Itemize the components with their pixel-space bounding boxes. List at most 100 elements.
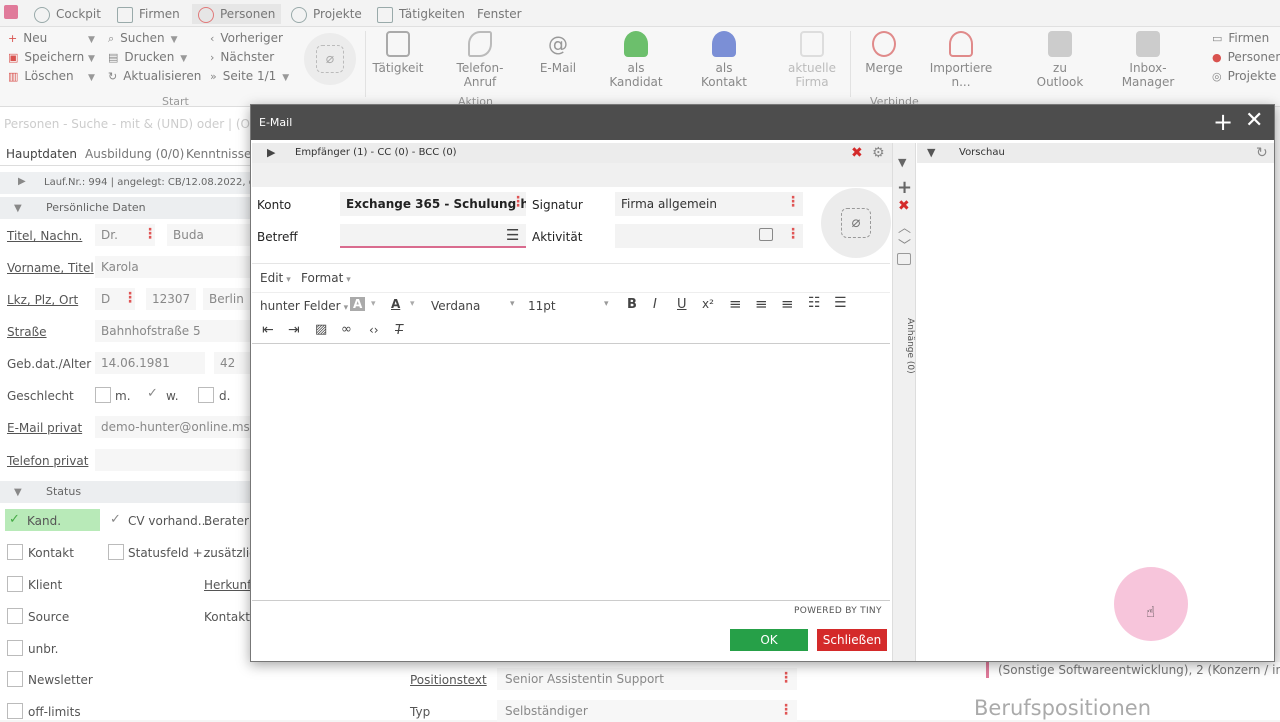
aktualisieren-button[interactable]: ↻ Aktualisieren <box>108 67 201 85</box>
remove-attachment-icon[interactable]: ✖ <box>898 198 910 214</box>
status-cv-checkbox[interactable]: ✓ <box>110 512 121 527</box>
hunter-felder-dropdown[interactable]: hunter Felder ▾ <box>260 299 348 313</box>
menu-cockpit[interactable]: Cockpit <box>34 4 101 24</box>
add-attachment-icon[interactable]: + <box>897 177 912 198</box>
positionstext-menu-icon[interactable]: ⋮ <box>779 670 793 686</box>
email-body-editor[interactable] <box>252 343 890 601</box>
settings-gear-icon[interactable]: ⚙ <box>872 143 885 163</box>
collapse-icon[interactable]: ▼ <box>898 156 906 169</box>
align-left-icon[interactable]: ≡ <box>729 295 742 313</box>
envelope-icon[interactable] <box>897 253 911 265</box>
refresh-icon[interactable]: ↻ <box>1256 143 1268 163</box>
recipients-bar[interactable]: ▶ Empfänger (1) - CC (0) - BCC (0) ✖ ⚙ <box>252 143 892 163</box>
text-color-icon[interactable]: A <box>391 297 400 311</box>
lkz-label[interactable]: Lkz, Plz, Ort <box>7 293 78 307</box>
tab-kenntnisse[interactable]: Kenntnisse ( <box>186 147 260 161</box>
drucken-button[interactable]: ▤ Drucken ▼ <box>108 48 187 66</box>
merge-button[interactable]: Merge <box>848 27 920 75</box>
loeschen-button[interactable]: ▥ Löschen <box>8 67 74 85</box>
speichern-button[interactable]: ▣ Speichern <box>8 48 84 66</box>
vorname-field[interactable]: Karola <box>95 256 250 278</box>
seite-button[interactable]: » Seite 1/1 ▼ <box>210 67 289 85</box>
strasse-label[interactable]: Straße <box>7 325 47 339</box>
als-kandidat-button[interactable]: als Kandidat <box>600 27 672 89</box>
aktuelle-firma-button[interactable]: aktuelle Firma <box>776 27 848 89</box>
email-button[interactable]: @ E-Mail <box>522 27 594 75</box>
titel-label[interactable]: Titel, Nachn. <box>7 229 82 243</box>
align-center-icon[interactable]: ≡ <box>755 295 768 313</box>
status-kontakt-checkbox[interactable] <box>7 544 23 560</box>
menu-projekte[interactable]: Projekte <box>291 4 362 24</box>
schliessen-button[interactable]: Schließen <box>817 629 887 651</box>
taetigkeit-button[interactable]: Tätigkeit <box>362 27 434 75</box>
menu-firmen[interactable]: Firmen <box>117 4 180 24</box>
email-privat-field[interactable]: demo-hunter@online.ms <box>95 416 250 438</box>
underline-icon[interactable]: U <box>677 297 687 312</box>
titel-menu-icon[interactable]: ⋮ <box>143 226 157 242</box>
move-down-icon[interactable]: ﹀ <box>898 235 911 254</box>
strasse-field[interactable]: Bahnhofstraße 5 <box>95 320 250 342</box>
font-family-select[interactable]: Verdana ▾ <box>431 299 515 313</box>
typ-field[interactable]: Selbständiger <box>497 700 797 722</box>
expand-triangle-icon[interactable]: ▶ <box>267 143 275 163</box>
bold-icon[interactable]: B <box>627 297 637 312</box>
aktivitaet-menu-icon[interactable]: ⋮ <box>786 226 800 242</box>
outdent-icon[interactable]: ⇤ <box>262 322 274 338</box>
indent-icon[interactable]: ⇥ <box>288 322 300 338</box>
collapse-icon[interactable]: ▼ <box>927 143 935 163</box>
suchen-button[interactable]: ⌕ Suchen ▼ <box>108 29 178 47</box>
konto-field[interactable]: Exchange 365 - Schulung hunt <box>340 192 526 216</box>
zu-outlook-button[interactable]: zu Outlook <box>1024 27 1096 89</box>
powered-by-tiny[interactable]: POWERED BY TINY <box>794 606 882 616</box>
link-projekte[interactable]: ◎ Projekte <box>1212 67 1276 85</box>
move-up-icon[interactable]: ︿ <box>898 217 911 236</box>
maximize-plus-icon[interactable]: + <box>1213 108 1233 136</box>
ok-button[interactable]: OK <box>730 629 808 651</box>
tab-hauptdaten[interactable]: Hauptdaten <box>6 147 77 161</box>
naechster-button[interactable]: › Nächster <box>210 48 274 66</box>
positionstext-label[interactable]: Positionstext <box>410 673 487 687</box>
menu-fenster[interactable]: Fenster <box>477 4 522 24</box>
font-size-select[interactable]: 11pt ▾ <box>528 299 610 313</box>
status-kand-checkbox[interactable]: ✓ <box>9 512 20 527</box>
geschlecht-w-checkbox[interactable]: ✓ <box>147 386 158 401</box>
inbox-manager-button[interactable]: Inbox- Manager <box>1112 27 1184 89</box>
lkz-menu-icon[interactable]: ⋮ <box>123 290 137 306</box>
link-personen[interactable]: ● Personen <box>1212 48 1280 66</box>
signatur-menu-icon[interactable]: ⋮ <box>786 194 800 210</box>
attachment-drop-area[interactable]: ⌀ <box>304 33 356 85</box>
tab-ausbildung[interactable]: Ausbildung (0/0) <box>85 147 184 161</box>
geburtsdatum-field[interactable]: 14.06.1981 <box>95 352 205 374</box>
importieren-button[interactable]: Importiere n... <box>925 27 997 89</box>
email-privat-label[interactable]: E-Mail privat <box>7 421 82 435</box>
background-color-icon[interactable]: A <box>350 297 366 311</box>
herkunft-link[interactable]: Herkunft <box>204 578 256 592</box>
align-right-icon[interactable]: ≡ <box>781 295 794 313</box>
link-firmen[interactable]: ▭ Firmen <box>1212 29 1269 47</box>
speichern-dropdown[interactable]: ▼ <box>82 48 95 66</box>
menu-personen[interactable]: Personen <box>192 4 282 24</box>
statusfeld-checkbox[interactable] <box>108 544 124 560</box>
positionstext-field[interactable]: Senior Assistentin Support <box>497 668 797 690</box>
chevron-down-icon[interactable]: ▾ <box>410 299 415 309</box>
konto-menu-icon[interactable]: ⋮ <box>511 194 525 210</box>
expand-icon[interactable]: ▶ <box>18 176 26 187</box>
superscript-icon[interactable]: x² <box>702 297 714 311</box>
ort-field[interactable]: Berlin <box>203 288 250 310</box>
vorheriger-button[interactable]: ‹ Vorheriger <box>210 29 283 47</box>
betreff-list-icon[interactable]: ☰ <box>506 226 519 244</box>
signatur-field[interactable]: Firma allgemein <box>615 192 803 216</box>
status-newsletter-checkbox[interactable] <box>7 671 23 687</box>
chevron-down-icon[interactable]: ▾ <box>371 299 376 309</box>
typ-menu-icon[interactable]: ⋮ <box>779 702 793 718</box>
neu-button[interactable]: + Neu <box>8 29 47 47</box>
vorname-label[interactable]: Vorname, Titel <box>7 261 94 275</box>
telefon-anruf-button[interactable]: Telefon- Anruf <box>444 27 516 89</box>
menu-format[interactable]: Format ▾ <box>301 271 351 285</box>
status-klient-checkbox[interactable] <box>7 576 23 592</box>
neu-dropdown[interactable]: ▼ <box>82 29 95 47</box>
plz-field[interactable]: 12307 <box>146 288 196 310</box>
attach-button[interactable]: ⌀ <box>821 188 891 258</box>
bullet-list-icon[interactable]: ☷ <box>808 295 821 311</box>
close-icon[interactable]: ✕ <box>1245 108 1263 133</box>
